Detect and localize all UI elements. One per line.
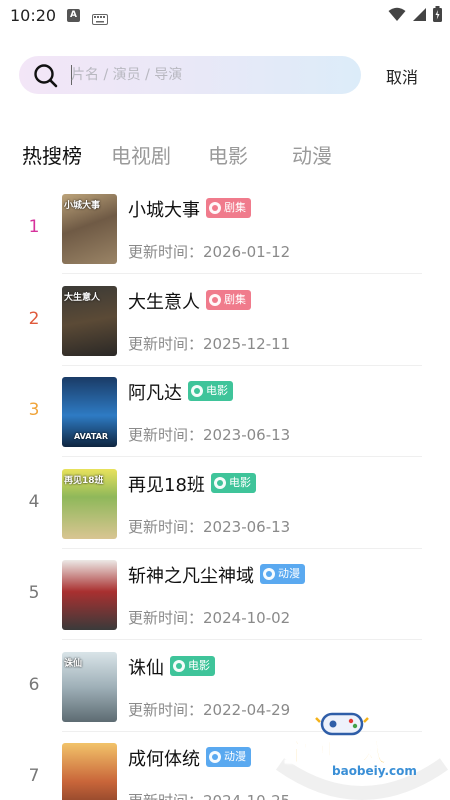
status-bar: 10:20 A bbox=[0, 0, 450, 32]
poster-thumbnail[interactable]: AVATAR bbox=[62, 377, 117, 447]
cat-face-icon bbox=[263, 568, 275, 580]
update-time-label: 更新时间： bbox=[128, 700, 204, 719]
search-box[interactable] bbox=[19, 56, 361, 94]
update-time: 更新时间：2024-10-25 bbox=[128, 790, 290, 800]
update-time-value: 2023-06-13 bbox=[203, 426, 291, 444]
cancel-button[interactable]: 取消 bbox=[386, 64, 418, 88]
category-badge: 剧集 bbox=[206, 289, 251, 310]
wifi-icon bbox=[388, 7, 406, 26]
poster-caption: 诛仙 bbox=[64, 658, 83, 669]
search-row: 取消 bbox=[0, 56, 450, 94]
watermark-url: baobeiy.com bbox=[332, 764, 417, 778]
rank-number: 2 bbox=[28, 308, 40, 329]
rank-number: 1 bbox=[28, 217, 40, 237]
rank-number: 5 bbox=[28, 583, 40, 603]
film-reel-icon bbox=[173, 659, 185, 672]
update-time-label: 更新时间： bbox=[128, 243, 204, 261]
update-time-value: 2024-10-02 bbox=[203, 609, 291, 627]
update-time: 更新时间：2024-10-02 bbox=[128, 607, 290, 628]
poster-thumbnail[interactable] bbox=[62, 560, 117, 630]
poster-thumbnail[interactable]: 诛仙 bbox=[62, 651, 117, 722]
tab-hot-search[interactable]: 热搜榜 bbox=[22, 140, 82, 169]
poster-thumbnail[interactable]: 再见18班 bbox=[62, 468, 117, 539]
film-reel-icon bbox=[214, 476, 226, 489]
list-item[interactable]: 3 AVATAR 阿凡达 电影更新时间：2023-06-13 bbox=[0, 366, 450, 457]
list-item[interactable]: 5 斩神之凡尘神域 动漫更新时间：2024-10-02 bbox=[0, 549, 450, 640]
update-time-label: 更新时间： bbox=[128, 517, 204, 536]
category-badge: 电影 bbox=[170, 655, 215, 676]
category-badge: 电影 bbox=[211, 472, 256, 493]
poster-caption: 小城大事 bbox=[64, 201, 101, 211]
search-icon[interactable] bbox=[33, 63, 59, 93]
poster-caption: AVATAR bbox=[74, 432, 109, 441]
item-title[interactable]: 诛仙 bbox=[128, 654, 164, 680]
update-time-value: 2025-12-11 bbox=[203, 334, 291, 353]
rank-number: 3 bbox=[28, 400, 40, 420]
item-title[interactable]: 斩神之凡尘神域 bbox=[128, 562, 254, 588]
update-time: 更新时间：2026-01-12 bbox=[128, 241, 290, 262]
watermark-logo: 宝贝游戏网 baobeiy.com bbox=[274, 704, 450, 800]
category-badge: 电影 bbox=[188, 381, 233, 401]
signal-icon bbox=[412, 7, 427, 26]
poster-thumbnail[interactable] bbox=[62, 743, 117, 800]
search-input[interactable] bbox=[71, 60, 351, 90]
battery-icon bbox=[433, 6, 442, 26]
poster-caption: 再见18班 bbox=[64, 475, 104, 486]
status-time: 10:20 bbox=[10, 6, 57, 25]
category-badge-label: 电影 bbox=[229, 475, 251, 489]
update-time-label: 更新时间： bbox=[128, 609, 204, 627]
category-badge-label: 剧集 bbox=[224, 292, 246, 306]
film-reel-icon bbox=[191, 385, 203, 397]
update-time: 更新时间：2023-06-13 bbox=[128, 516, 290, 537]
rank-number: 4 bbox=[28, 491, 40, 512]
list-item[interactable]: 4 再见18班 再见18班 电影更新时间：2023-06-13 bbox=[0, 458, 450, 549]
a-notification-icon: A bbox=[67, 9, 80, 22]
category-badge-label: 剧集 bbox=[224, 201, 246, 214]
update-time: 更新时间：2025-12-11 bbox=[128, 333, 290, 354]
rank-number: 7 bbox=[28, 766, 40, 786]
category-badge-label: 电影 bbox=[188, 658, 210, 672]
keyboard-icon bbox=[92, 10, 108, 29]
tab-movies[interactable]: 电影 bbox=[208, 140, 248, 169]
item-title[interactable]: 再见18班 bbox=[128, 471, 205, 497]
poster-thumbnail[interactable]: 大生意人 bbox=[62, 285, 117, 356]
rank-number: 6 bbox=[28, 674, 40, 695]
tab-tv-series[interactable]: 电视剧 bbox=[111, 140, 171, 169]
poster-thumbnail[interactable]: 小城大事 bbox=[62, 194, 117, 264]
update-time-value: 2023-06-13 bbox=[203, 517, 291, 536]
category-badge-label: 动漫 bbox=[224, 750, 246, 763]
category-tabs: 热搜榜 电视剧 电影 动漫 bbox=[0, 140, 450, 170]
tab-anime[interactable]: 动漫 bbox=[292, 140, 332, 169]
list-item[interactable]: 1 小城大事 小城大事 剧集更新时间：2026-01-12 bbox=[0, 183, 450, 274]
category-badge-label: 动漫 bbox=[278, 567, 300, 580]
category-badge: 动漫 bbox=[260, 564, 305, 584]
item-title[interactable]: 大生意人 bbox=[128, 288, 200, 314]
item-title[interactable]: 小城大事 bbox=[128, 196, 200, 222]
update-time: 更新时间：2023-06-13 bbox=[128, 424, 290, 445]
category-badge-label: 电影 bbox=[206, 384, 228, 397]
cat-face-icon bbox=[209, 751, 221, 763]
category-badge: 动漫 bbox=[206, 747, 251, 767]
update-time-label: 更新时间： bbox=[128, 334, 204, 353]
poster-caption: 大生意人 bbox=[64, 292, 101, 303]
tv-icon bbox=[209, 293, 221, 306]
list-item[interactable]: 2 大生意人 大生意人 剧集更新时间：2025-12-11 bbox=[0, 275, 450, 366]
tv-icon bbox=[209, 202, 221, 214]
status-icons bbox=[388, 6, 442, 26]
update-time-value: 2026-01-12 bbox=[203, 243, 291, 261]
item-title[interactable]: 阿凡达 bbox=[128, 379, 182, 405]
category-badge: 剧集 bbox=[206, 198, 251, 218]
update-time-label: 更新时间： bbox=[128, 426, 204, 444]
update-time: 更新时间：2022-04-29 bbox=[128, 699, 290, 720]
update-time-label: 更新时间： bbox=[128, 792, 203, 800]
item-title[interactable]: 成何体统 bbox=[128, 745, 200, 771]
